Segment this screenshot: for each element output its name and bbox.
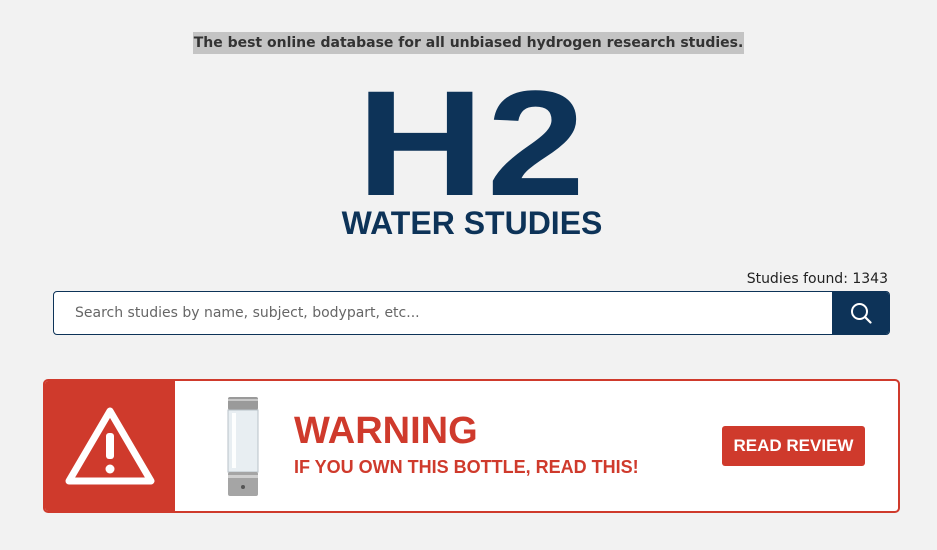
tagline-container: The best online database for all unbiase… [0, 32, 937, 54]
read-review-button[interactable]: READ REVIEW [722, 426, 865, 466]
search-icon [850, 303, 872, 324]
logo[interactable]: H2 WATER STUDIES [336, 68, 608, 241]
search-input[interactable] [54, 292, 833, 334]
logo-subtitle: WATER STUDIES [341, 205, 603, 241]
bottle-image [227, 397, 259, 496]
warning-icon-panel [45, 381, 175, 511]
warning-subtitle: IF YOU OWN THIS BOTTLE, READ THIS! [294, 457, 639, 477]
warning-banner[interactable]: WARNING IF YOU OWN THIS BOTTLE, READ THI… [43, 379, 900, 513]
warning-triangle-icon [65, 407, 155, 485]
tagline: The best online database for all unbiase… [192, 32, 745, 54]
studies-count: Studies found: 1343 [746, 271, 888, 287]
logo-main-text: H2 [356, 59, 588, 227]
search-bar [53, 291, 890, 335]
warning-title: WARNING [294, 410, 478, 452]
search-button[interactable] [832, 292, 889, 334]
